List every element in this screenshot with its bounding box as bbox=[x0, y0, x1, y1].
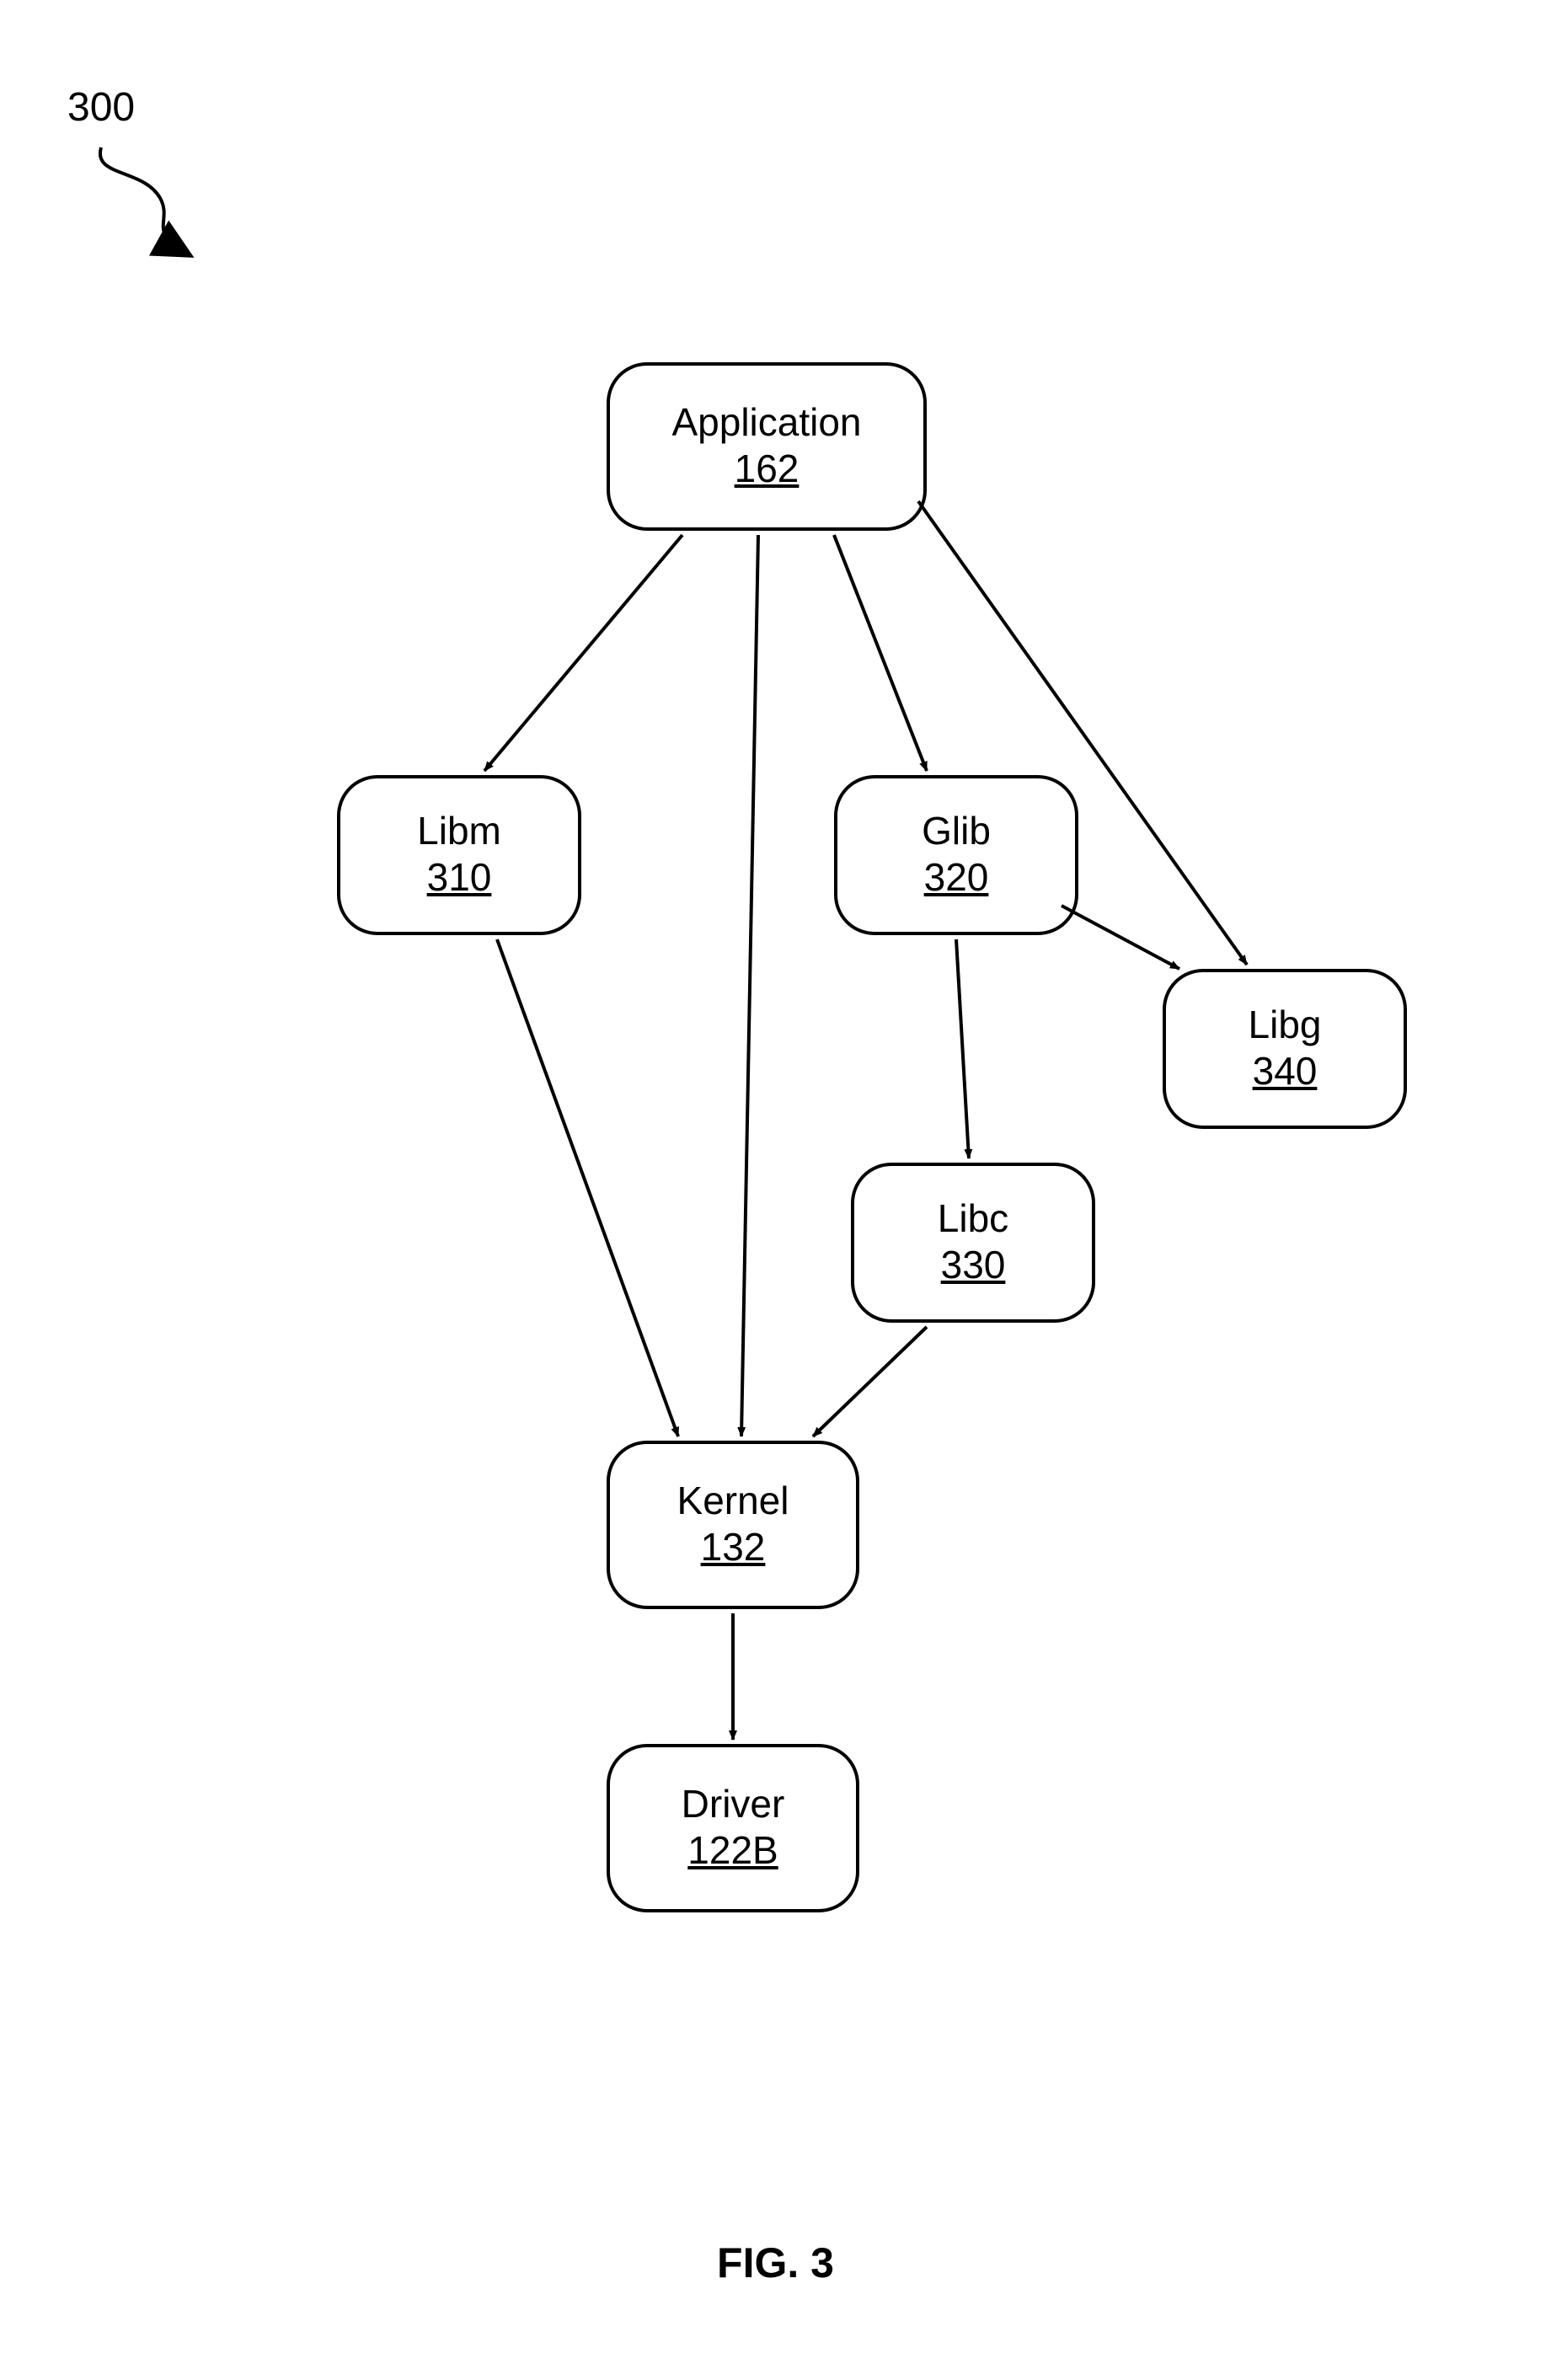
figure-number-arrow bbox=[0, 0, 1551, 2380]
node-libc-title: Libc bbox=[938, 1198, 1008, 1238]
edge-application-kernel bbox=[741, 535, 758, 1436]
node-application-title: Application bbox=[671, 402, 861, 442]
node-glib: Glib 320 bbox=[834, 775, 1078, 935]
node-kernel-ref: 132 bbox=[701, 1524, 766, 1570]
node-libc-ref: 330 bbox=[941, 1242, 1006, 1287]
edge-glib-libc bbox=[956, 939, 969, 1158]
figure-number: 300 bbox=[67, 84, 135, 131]
node-libg-ref: 340 bbox=[1253, 1048, 1318, 1094]
diagram-page: 300 Application 162 Libm 310 Glib 320 Li… bbox=[0, 0, 1551, 2380]
node-driver-title: Driver bbox=[682, 1784, 785, 1824]
node-libc: Libc 330 bbox=[851, 1163, 1095, 1323]
node-libm-title: Libm bbox=[417, 810, 501, 851]
node-libg-title: Libg bbox=[1249, 1004, 1322, 1045]
edges-layer bbox=[0, 0, 1551, 2380]
node-driver: Driver 122B bbox=[607, 1744, 859, 1912]
edge-libc-kernel bbox=[813, 1327, 927, 1436]
edge-glib-libg bbox=[1062, 906, 1179, 969]
node-application-ref: 162 bbox=[735, 446, 800, 491]
edge-application-libm bbox=[484, 535, 682, 771]
node-libm-ref: 310 bbox=[427, 854, 492, 900]
figure-caption: FIG. 3 bbox=[0, 2238, 1551, 2287]
edge-application-glib bbox=[834, 535, 927, 771]
node-glib-title: Glib bbox=[922, 810, 991, 851]
edge-libm-kernel bbox=[497, 939, 678, 1436]
node-driver-ref: 122B bbox=[687, 1827, 778, 1873]
node-glib-ref: 320 bbox=[924, 854, 989, 900]
node-libg: Libg 340 bbox=[1163, 969, 1407, 1129]
node-kernel: Kernel 132 bbox=[607, 1441, 859, 1609]
node-application: Application 162 bbox=[607, 362, 927, 531]
node-libm: Libm 310 bbox=[337, 775, 581, 935]
node-kernel-title: Kernel bbox=[677, 1480, 789, 1521]
